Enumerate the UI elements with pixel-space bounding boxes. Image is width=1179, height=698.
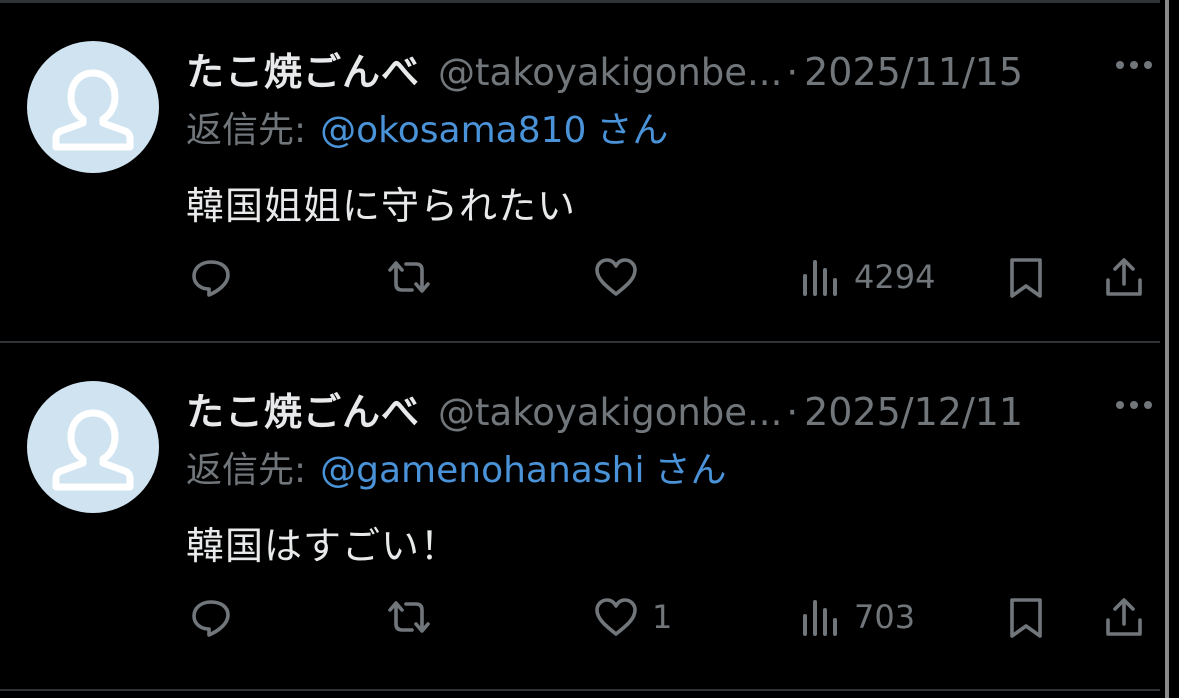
reply-button[interactable] <box>188 251 234 303</box>
like-button[interactable]: 1 <box>592 591 672 643</box>
reply-handle-link[interactable]: @gamenohanashi <box>320 450 644 491</box>
tweet-header: たこ焼ごんべ @takoyakigonbe... · 2025/12/11 <box>186 381 1146 434</box>
default-avatar-icon <box>52 409 134 491</box>
user-handle[interactable]: @takoyakigonbe... <box>438 51 782 94</box>
tweet-header: たこ焼ごんべ @takoyakigonbe... · 2025/11/15 <box>186 41 1146 94</box>
view-count: 4294 <box>854 258 936 296</box>
timestamp[interactable]: 2025/12/11 <box>804 390 1023 434</box>
like-icon <box>595 598 637 636</box>
reply-button[interactable] <box>188 591 234 643</box>
more-icon[interactable] <box>1116 401 1152 409</box>
share-icon <box>1106 598 1142 636</box>
tweet-text: 韓国姐姐に守られたい <box>186 184 577 228</box>
retweet-button[interactable] <box>384 251 434 303</box>
like-count: 1 <box>652 598 673 636</box>
timeline: たこ焼ごんべ @takoyakigonbe... · 2025/11/15 返信… <box>0 0 1179 698</box>
reply-prefix: 返信先: <box>186 110 307 151</box>
views-icon <box>803 260 837 296</box>
scroll-edge <box>1165 0 1169 698</box>
separator: · <box>786 51 799 94</box>
like-button[interactable] <box>592 251 652 303</box>
tweet[interactable]: たこ焼ごんべ @takoyakigonbe... · 2025/12/11 返信… <box>0 343 1160 691</box>
share-icon <box>1106 258 1142 296</box>
timestamp[interactable]: 2025/11/15 <box>804 50 1023 94</box>
like-icon <box>595 258 637 296</box>
reply-suffix: さん <box>596 110 669 151</box>
avatar[interactable] <box>27 381 159 513</box>
bookmark-button[interactable] <box>1004 591 1048 643</box>
reply-icon <box>192 260 230 297</box>
retweet-button[interactable] <box>384 591 434 643</box>
reply-prefix: 返信先: <box>186 450 307 491</box>
separator: · <box>786 391 799 434</box>
bookmark-button[interactable] <box>1004 251 1048 303</box>
display-name[interactable]: たこ焼ごんべ <box>186 41 420 96</box>
avatar[interactable] <box>27 41 159 173</box>
default-avatar-icon <box>52 69 134 151</box>
divider <box>0 689 1160 691</box>
reply-handle-link[interactable]: @okosama810 <box>320 110 586 151</box>
display-name[interactable]: たこ焼ごんべ <box>186 381 420 436</box>
views-button[interactable]: 4294 <box>800 251 935 303</box>
action-bar: 1 703 <box>186 591 1146 643</box>
user-handle[interactable]: @takoyakigonbe... <box>438 391 782 434</box>
view-count: 703 <box>854 598 916 636</box>
action-bar: 4294 <box>186 251 1146 303</box>
tweet-text: 韓国はすごい！ <box>186 524 460 568</box>
reply-suffix: さん <box>654 450 727 491</box>
views-icon <box>803 600 837 636</box>
retweet-icon <box>388 261 430 293</box>
reply-icon <box>192 600 230 637</box>
bookmark-icon <box>1010 258 1042 298</box>
retweet-icon <box>388 601 430 633</box>
tweet[interactable]: たこ焼ごんべ @takoyakigonbe... · 2025/11/15 返信… <box>0 3 1160 343</box>
views-button[interactable]: 703 <box>800 591 915 643</box>
more-icon[interactable] <box>1116 61 1152 69</box>
share-button[interactable] <box>1102 251 1146 303</box>
reply-context: 返信先: @gamenohanashi さん <box>186 441 726 493</box>
bookmark-icon <box>1010 598 1042 638</box>
reply-context: 返信先: @okosama810 さん <box>186 101 668 153</box>
share-button[interactable] <box>1102 591 1146 643</box>
